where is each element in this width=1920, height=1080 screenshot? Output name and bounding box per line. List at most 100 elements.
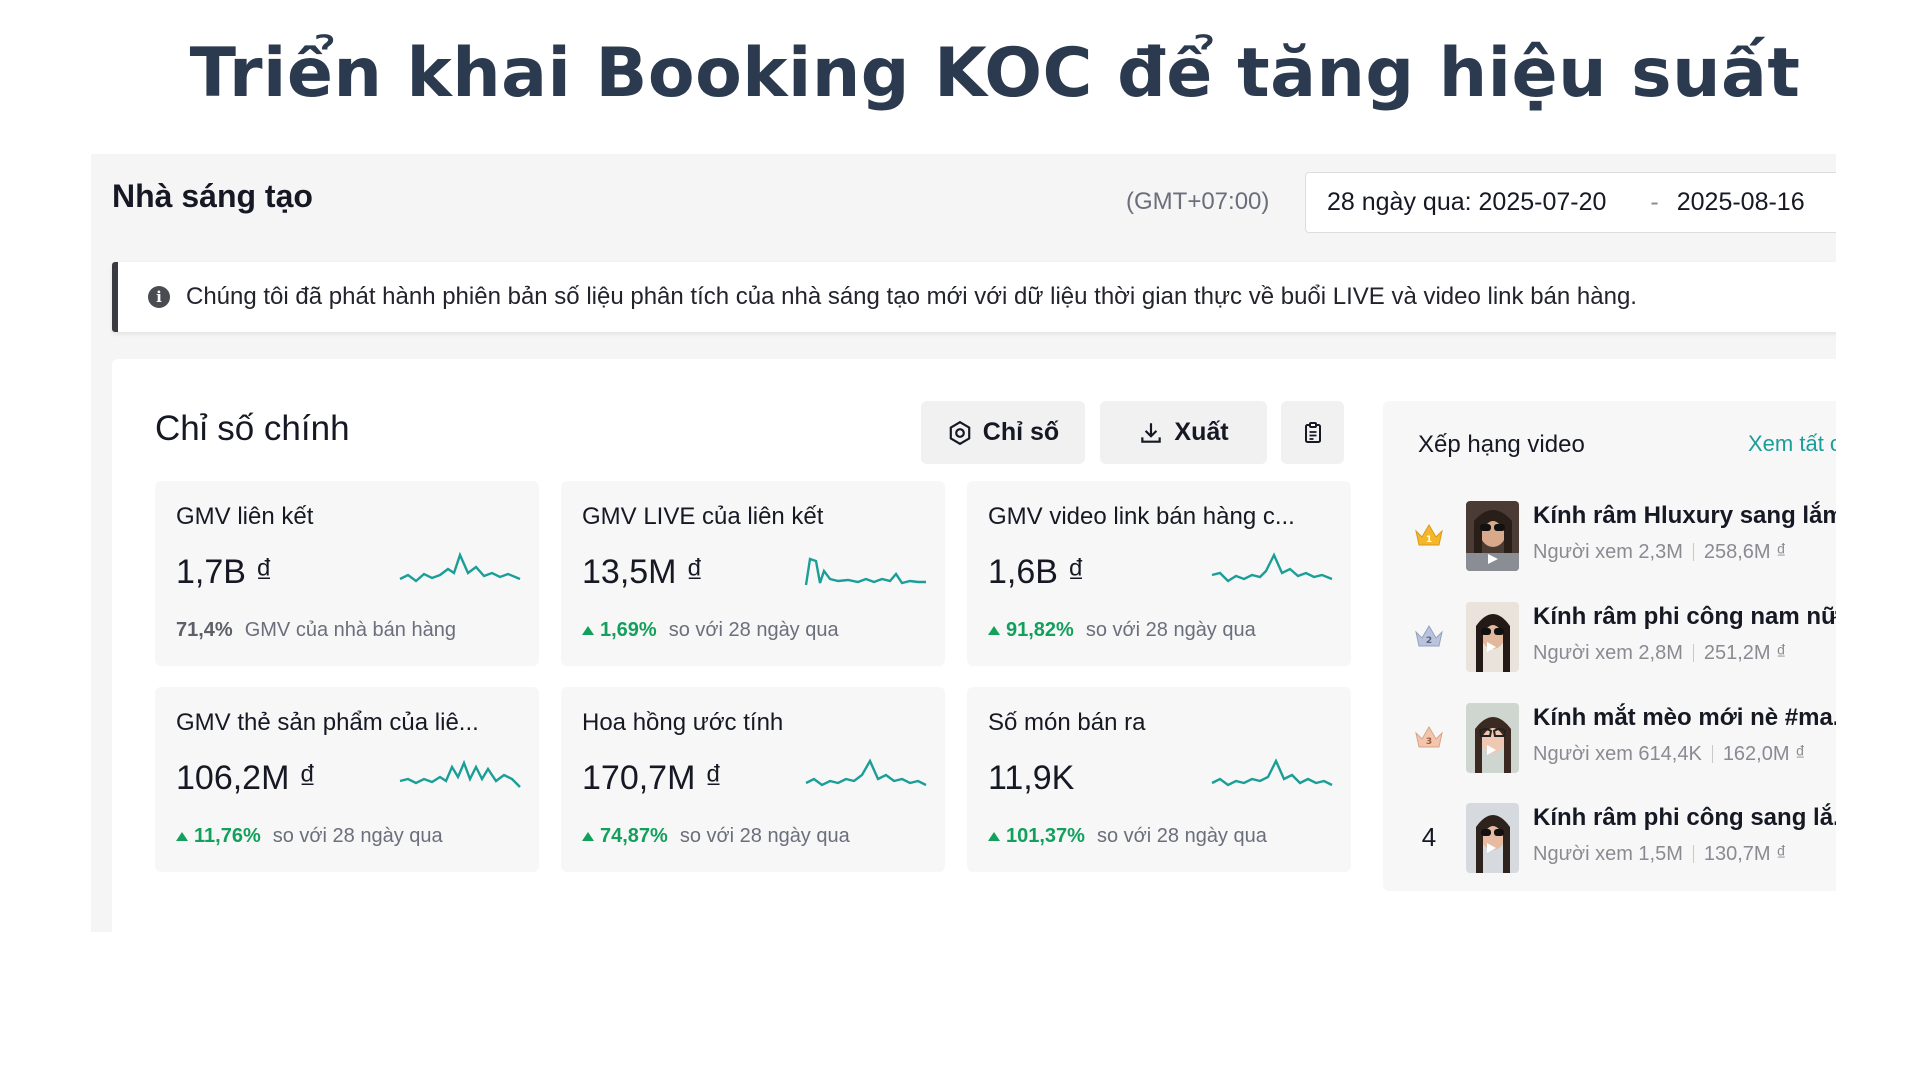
sparkline [804, 557, 926, 586]
metric-percent: 91,82% [1006, 619, 1074, 641]
ranking-item[interactable]: 3 Kính mắt mèo mới nè #ma... Người xem 6… [1383, 703, 1836, 775]
metric-note: GMV của nhà bán hàng [244, 619, 456, 641]
metric-percent: 11,76% [194, 825, 261, 847]
video-title: Kính mắt mèo mới nè #ma... [1533, 704, 1836, 731]
video-title: Kính râm phi công nam nữ ... [1533, 603, 1836, 630]
metric-card[interactable]: GMV thẻ sản phẩm của liê... 106,2M ₫ 11,… [155, 687, 539, 872]
section-title: Chỉ số chính [155, 409, 350, 448]
metric-note: so với 28 ngày qua [668, 619, 839, 641]
key-metrics-panel: Chỉ số chính Chỉ số Xuất GMV liên kết 1,… [112, 359, 1836, 932]
metric-card[interactable]: GMV video link bán hàng c... 1,6B ₫ 91,8… [967, 481, 1351, 666]
export-button-label: Xuất [1174, 418, 1229, 446]
metric-percent: 1,69% [600, 619, 657, 641]
svg-text:1: 1 [1426, 535, 1432, 545]
trend-up-icon [582, 626, 594, 635]
metric-card[interactable]: Hoa hồng ước tính 170,7M ₫ 74,87% so với… [561, 687, 945, 872]
ranking-item[interactable]: 2 Kính râm phi công nam nữ ... Người xem… [1383, 602, 1836, 674]
metric-footer: 101,37% so với 28 ngày qua [988, 825, 1267, 848]
ranking-item[interactable]: 4 Kính râm phi công sang lắ... Người xem… [1383, 803, 1836, 875]
metric-value: 11,9K [988, 759, 1075, 797]
rank-number: 4 [1413, 821, 1445, 853]
settings-icon [949, 420, 971, 445]
sparkline [399, 551, 521, 583]
metric-percent: 71,4% [176, 619, 233, 641]
metric-card[interactable]: GMV LIVE của liên kết 13,5M ₫ 1,69% so v… [561, 481, 945, 666]
date-range-separator: - [1650, 188, 1659, 216]
see-all-link[interactable]: Xem tất cả [1748, 431, 1836, 457]
svg-text:2: 2 [1426, 636, 1432, 646]
trend-up-icon [988, 626, 1000, 635]
metric-label: GMV thẻ sản phẩm của liê... [176, 709, 479, 736]
metrics-button[interactable]: Chỉ số [921, 401, 1085, 464]
report-button[interactable] [1281, 401, 1344, 464]
video-thumbnail[interactable] [1466, 501, 1519, 571]
metric-percent: 74,87% [600, 825, 668, 847]
metric-value: 170,7M ₫ [582, 759, 723, 797]
metric-label: Số món bán ra [988, 709, 1146, 736]
metric-label: GMV video link bán hàng c... [988, 503, 1295, 530]
sparkline [1211, 552, 1333, 583]
metric-card[interactable]: Số món bán ra 11,9K 101,37% so với 28 ng… [967, 687, 1351, 872]
metric-note: so với 28 ngày qua [1096, 825, 1267, 847]
video-gmv: 162,0M ₫ [1722, 743, 1806, 765]
metric-footer: 91,82% so với 28 ngày qua [988, 619, 1256, 642]
trend-up-icon [988, 832, 1000, 841]
info-icon: i [148, 286, 170, 308]
metric-value: 1,6B ₫ [988, 553, 1085, 591]
metric-value: 13,5M ₫ [582, 553, 704, 591]
metric-footer: 11,76% so với 28 ngày qua [176, 825, 443, 848]
video-views: Người xem 614,4K [1533, 743, 1702, 765]
ranking-title: Xếp hạng video [1418, 431, 1585, 458]
sparkline [1211, 758, 1333, 787]
video-views: Người xem 1,5M [1533, 843, 1683, 865]
metric-label: GMV LIVE của liên kết [582, 503, 824, 530]
trend-up-icon [582, 832, 594, 841]
date-range-end: 2025-08-16 [1676, 188, 1805, 216]
metric-label: Hoa hồng ước tính [582, 709, 784, 736]
metric-percent: 101,37% [1006, 825, 1085, 847]
metric-value: 1,7B ₫ [176, 553, 273, 591]
metric-footer: 1,69% so với 28 ngày qua [582, 619, 839, 642]
metric-footer: 74,87% so với 28 ngày qua [582, 825, 850, 848]
export-button[interactable]: Xuất [1100, 401, 1267, 464]
video-thumbnail[interactable] [1466, 602, 1519, 672]
crown-silver-icon: 2 [1413, 620, 1445, 652]
video-gmv: 258,6M ₫ [1703, 541, 1787, 563]
rank-number-text: 4 [1421, 821, 1437, 852]
metric-label: GMV liên kết [176, 503, 314, 530]
metrics-button-label: Chỉ số [982, 418, 1060, 446]
metric-card[interactable]: GMV liên kết 1,7B ₫ 71,4% GMV của nhà bá… [155, 481, 539, 666]
svg-text:3: 3 [1426, 737, 1432, 747]
metric-footer: 71,4% GMV của nhà bán hàng [176, 619, 456, 642]
metric-value: 106,2M ₫ [176, 759, 317, 797]
ranking-item[interactable]: 1 Kính râm Hluxury sang lắm... Người xem… [1383, 501, 1836, 573]
sparkline [805, 758, 927, 787]
date-range-start: 28 ngày qua: 2025-07-20 [1327, 188, 1607, 216]
sparkline [399, 759, 521, 788]
metric-note: so với 28 ngày qua [679, 825, 850, 847]
video-thumbnail[interactable] [1466, 703, 1519, 773]
clipboard-icon [1304, 421, 1321, 443]
timezone-label: (GMT+07:00) [1126, 188, 1270, 215]
video-stats: Người xem 1,5M 130,7M ₫ [1533, 843, 1786, 866]
info-notice: i Chúng tôi đã phát hành phiên bản số li… [112, 262, 1836, 332]
video-gmv: 130,7M ₫ [1703, 843, 1787, 865]
video-title: Kính râm phi công sang lắ... [1533, 804, 1836, 831]
video-thumbnail[interactable] [1466, 803, 1519, 873]
creator-analytics-screenshot: Nhà sáng tạo (GMT+07:00) 28 ngày qua: 20… [91, 154, 1836, 932]
page-title: Nhà sáng tạo [112, 178, 313, 214]
video-stats: Người xem 614,4K 162,0M ₫ [1533, 743, 1805, 766]
date-range-picker[interactable]: 28 ngày qua: 2025-07-20 - 2025-08-16 [1305, 172, 1836, 233]
page-headline: Triển khai Booking KOC để tăng hiệu suất [189, 34, 1801, 113]
video-views: Người xem 2,8M [1533, 642, 1683, 664]
video-title: Kính râm Hluxury sang lắm... [1533, 502, 1836, 529]
video-stats: Người xem 2,3M 258,6M ₫ [1533, 541, 1786, 564]
video-gmv: 251,2M ₫ [1703, 642, 1787, 664]
download-icon [1141, 422, 1162, 443]
video-views: Người xem 2,3M [1533, 541, 1683, 563]
metric-note: so với 28 ngày qua [272, 825, 443, 847]
video-stats: Người xem 2,8M 251,2M ₫ [1533, 642, 1786, 665]
notice-text: Chúng tôi đã phát hành phiên bản số liệu… [186, 283, 1637, 310]
crown-gold-icon: 1 [1413, 519, 1445, 551]
video-ranking-panel: Xếp hạng video Xem tất cả 1 Kính râm Hlu… [1383, 401, 1836, 891]
